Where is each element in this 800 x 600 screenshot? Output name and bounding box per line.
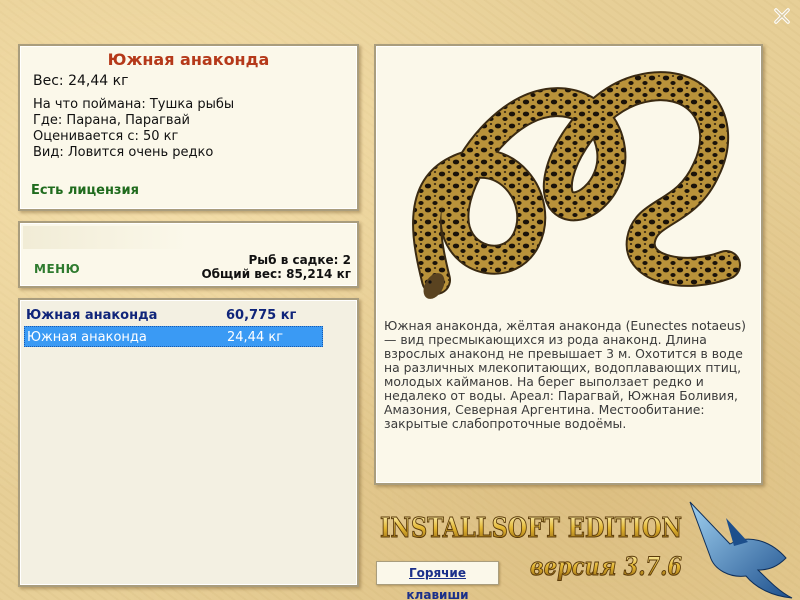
marlin-icon [689, 501, 793, 599]
menu-panel: МЕНЮ Рыб в садке: 2 Общий вес: 85,214 кг [18, 221, 359, 288]
total-weight: Общий вес: 85,214 кг [201, 267, 351, 281]
fish-in-net-count: Рыб в садке: 2 [248, 253, 352, 267]
catch-location: Где: Парана, Парагвай [33, 113, 190, 128]
fish-info-panel: Южная анаконда Вес: 24,44 кг На что пойм… [18, 44, 359, 211]
fish-photo-panel: Южная анаконда, жёлтая анаконда (Eunecte… [374, 44, 763, 485]
fish-description: Южная анаконда, жёлтая анаконда (Eunecte… [384, 318, 746, 431]
caught-with: На что поймана: Тушка рыбы [33, 97, 235, 112]
list-item-weight: 60,775 кг [226, 308, 297, 323]
catch-list: Южная анаконда 60,775 кг Южная анаконда … [18, 298, 359, 587]
rarity: Вид: Ловится очень редко [33, 145, 214, 160]
valued-from: Оценивается с: 50 кг [33, 129, 179, 144]
license-status: Есть лицензия [31, 183, 139, 198]
list-item-weight: 24,44 кг [227, 330, 284, 345]
brand-name: INSTALLSOFT EDITION [380, 513, 682, 544]
fish-weight: Вес: 24,44 кг [33, 73, 129, 89]
list-item-name: Южная анаконда [26, 308, 158, 323]
close-icon[interactable] [772, 6, 792, 26]
anaconda-photo [412, 71, 741, 299]
list-item-selected[interactable]: Южная анаконда 24,44 кг [24, 326, 323, 347]
hotkeys-button[interactable]: Горячие клавиши [376, 561, 499, 600]
menu-strip [23, 226, 188, 249]
menu-button[interactable]: МЕНЮ [34, 262, 80, 276]
list-item-name: Южная анаконда [27, 330, 147, 345]
fish-title: Южная анаконда [107, 50, 270, 69]
brand-version: версия 3.7.6 [530, 552, 682, 581]
list-item[interactable]: Южная анаконда 60,775 кг [24, 305, 323, 326]
